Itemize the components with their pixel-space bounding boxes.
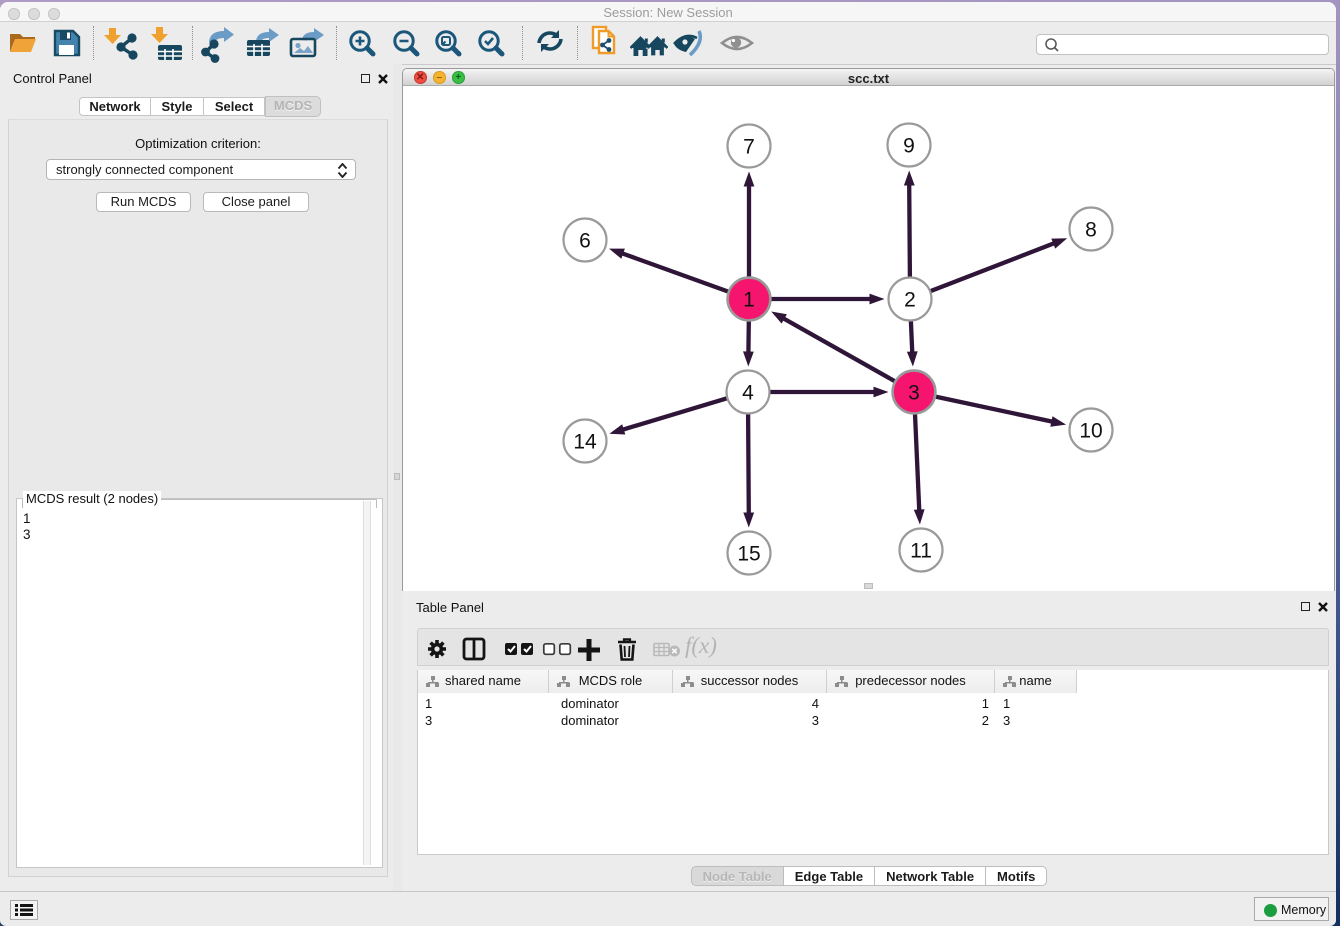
svg-text:1: 1 bbox=[743, 289, 755, 312]
svg-text:11: 11 bbox=[910, 540, 932, 563]
svg-text:4: 4 bbox=[742, 382, 754, 405]
svg-text:8: 8 bbox=[1085, 219, 1097, 242]
svg-text:2: 2 bbox=[904, 289, 916, 312]
svg-text:3: 3 bbox=[908, 382, 920, 405]
svg-text:9: 9 bbox=[903, 135, 915, 158]
svg-text:14: 14 bbox=[573, 431, 597, 454]
svg-text:7: 7 bbox=[743, 136, 755, 159]
svg-text:6: 6 bbox=[579, 230, 591, 253]
svg-text:15: 15 bbox=[737, 543, 760, 566]
svg-text:10: 10 bbox=[1079, 420, 1102, 443]
